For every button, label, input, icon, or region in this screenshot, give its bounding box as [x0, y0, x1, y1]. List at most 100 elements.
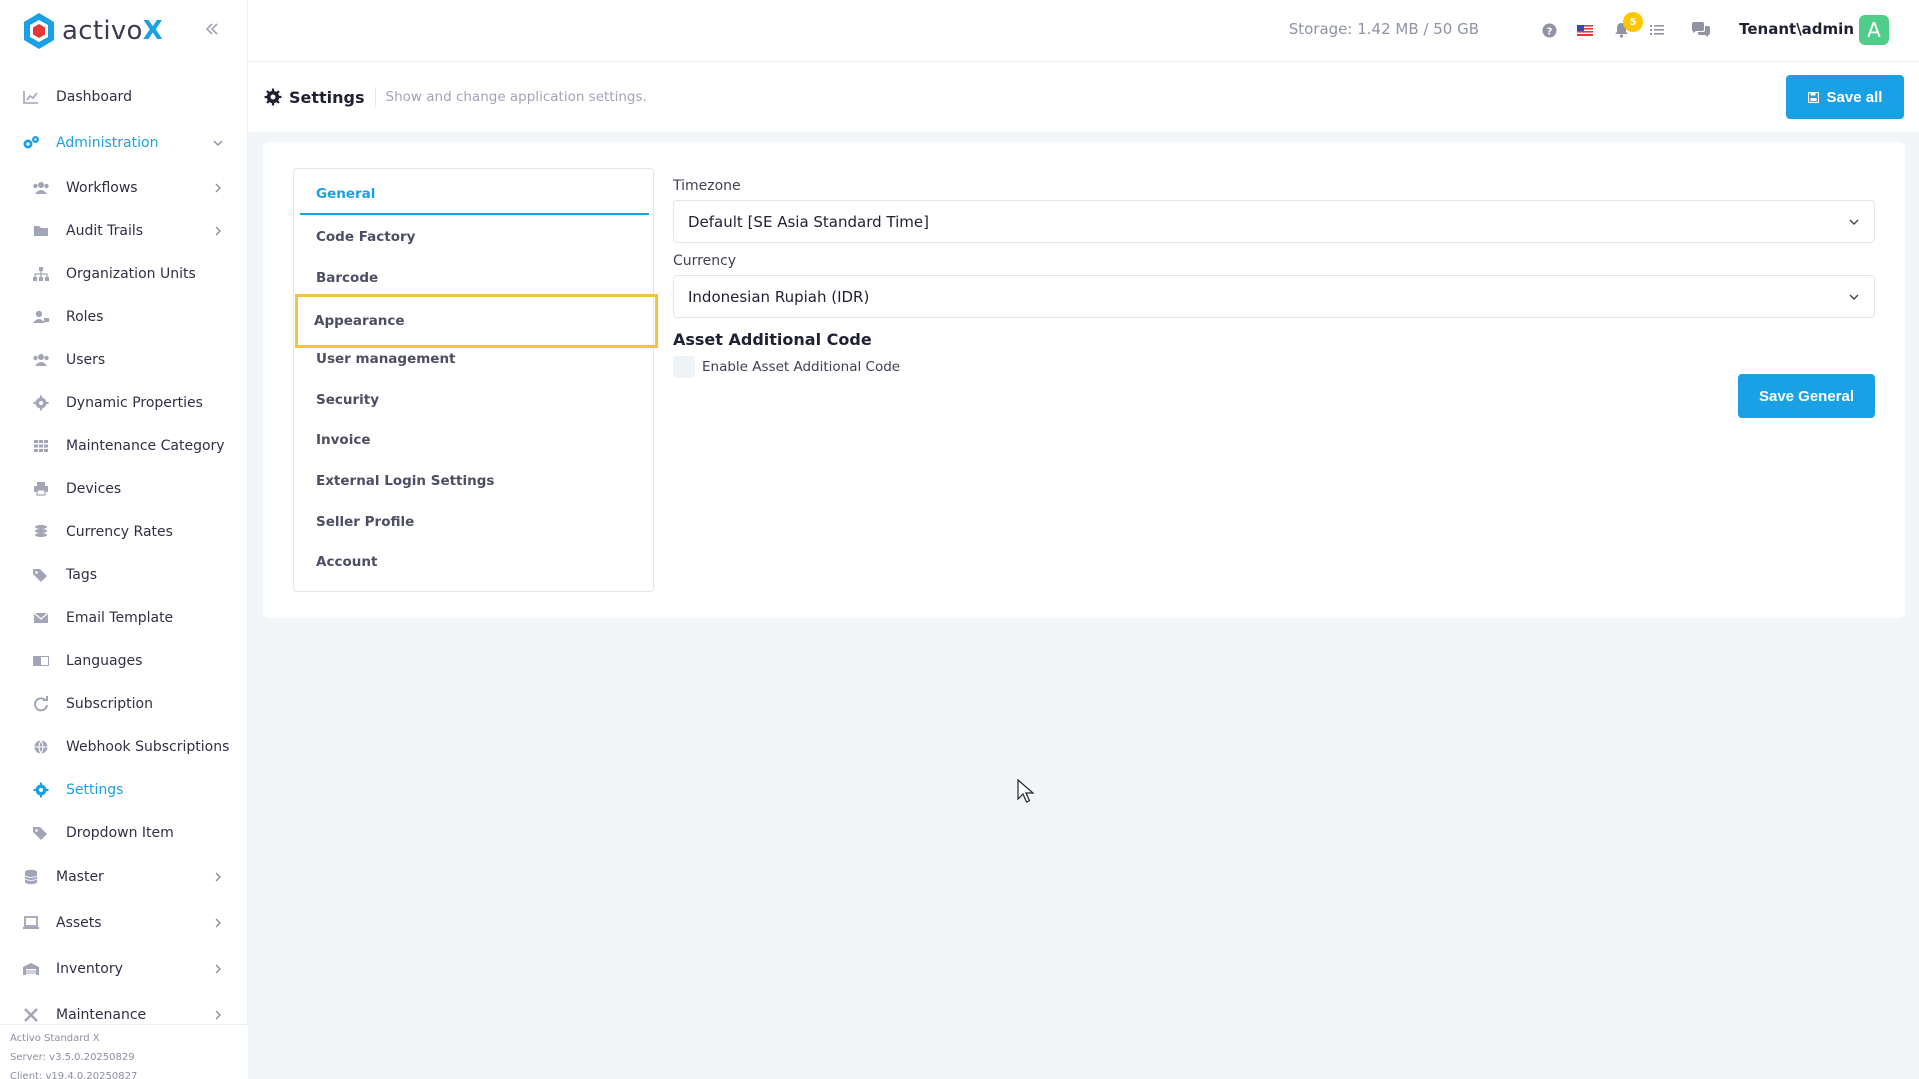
tools-icon — [22, 1006, 40, 1024]
sidebar-item-dropdown-item[interactable]: Dropdown Item — [0, 811, 247, 854]
chevron-right-icon — [215, 226, 221, 235]
timezone-label: Timezone — [673, 178, 741, 194]
tab-appearance[interactable]: Appearance — [295, 294, 658, 348]
sidebar-item-roles[interactable]: Roles — [0, 295, 247, 338]
chart-line-icon — [22, 88, 40, 106]
sidebar-item-devices[interactable]: Devices — [0, 467, 247, 510]
sidebar-item-dynamic-properties[interactable]: Dynamic Properties — [0, 381, 247, 424]
chevron-right-icon — [215, 872, 221, 882]
timezone-value: Default [SE Asia Standard Time] — [688, 212, 929, 231]
brand-name: activoX — [62, 16, 164, 46]
sidebar-item-workflows[interactable]: Workflows — [0, 166, 247, 209]
svg-text:?: ? — [1546, 26, 1552, 37]
collapse-sidebar-icon[interactable] — [203, 20, 221, 38]
save-all-label: Save all — [1826, 88, 1883, 106]
chevron-right-icon — [215, 1010, 221, 1020]
globe-icon — [32, 738, 50, 756]
user-tag-icon — [32, 308, 50, 326]
sidebar-item-assets[interactable]: Assets — [0, 900, 247, 946]
logo-icon — [24, 13, 54, 49]
help-icon[interactable]: ? — [1539, 20, 1559, 40]
brand[interactable]: activoX — [0, 0, 247, 62]
gears-icon — [22, 134, 40, 152]
sidebar-item-label: Workflows — [66, 179, 138, 196]
sidebar-item-dashboard[interactable]: Dashboard — [0, 74, 247, 120]
sidebar-item-inventory[interactable]: Inventory — [0, 946, 247, 992]
sidebar-item-email-template[interactable]: Email Template — [0, 596, 247, 639]
title-divider — [374, 87, 376, 107]
user-menu[interactable]: Tenant\admin — [1739, 20, 1854, 38]
gear-icon — [32, 394, 50, 412]
notification-badge: 5 — [1623, 12, 1643, 32]
sidebar-item-subscription[interactable]: Subscription — [0, 682, 247, 725]
sidebar-item-organization-units[interactable]: Organization Units — [0, 252, 247, 295]
chevron-right-icon — [215, 183, 221, 192]
sidebar-item-label: Audit Trails — [66, 222, 144, 239]
tab-user-management[interactable]: User management — [300, 339, 649, 379]
coins-icon — [32, 523, 50, 541]
sidebar-item-webhook-subscriptions[interactable]: Webhook Subscriptions — [0, 725, 247, 768]
sidebar-item-maintenance-category[interactable]: Maintenance Category — [0, 424, 247, 467]
currency-select[interactable]: Indonesian Rupiah (IDR) — [673, 275, 1875, 318]
users-icon — [32, 351, 50, 369]
version-info: Activo Standard X Server: v3.5.0.2025082… — [0, 1024, 248, 1079]
folder-icon — [32, 222, 50, 240]
sidebar-item-label: Dynamic Properties — [66, 394, 203, 411]
save-all-button[interactable]: Save all — [1786, 75, 1904, 119]
tab-security[interactable]: Security — [300, 380, 649, 420]
gear-icon — [32, 781, 50, 799]
bell-icon[interactable]: 5 — [1611, 12, 1643, 40]
printer-icon — [32, 480, 50, 498]
timezone-select[interactable]: Default [SE Asia Standard Time] — [673, 200, 1875, 243]
sidebar-item-label: Dropdown Item — [66, 824, 174, 841]
chevron-right-icon — [215, 918, 221, 928]
sidebar-item-settings[interactable]: Settings — [0, 768, 247, 811]
sidebar-item-languages[interactable]: Languages — [0, 639, 247, 682]
sitemap-icon — [32, 265, 50, 283]
general-settings-form: Timezone Default [SE Asia Standard Time]… — [673, 178, 1875, 378]
refresh-icon — [32, 695, 50, 713]
sidebar-item-administration[interactable]: Administration — [0, 120, 247, 166]
sidebar-item-label: Maintenance — [56, 1007, 147, 1023]
sidebar-item-label: Dashboard — [56, 89, 132, 105]
floppy-disk-icon — [1807, 91, 1819, 103]
laptop-icon — [22, 914, 40, 932]
tab-invoice[interactable]: Invoice — [300, 420, 649, 460]
page-title: Settings Show and change application set… — [264, 87, 647, 107]
sidebar-item-label: Users — [66, 351, 106, 368]
tags-icon — [32, 824, 50, 842]
tab-account[interactable]: Account — [300, 542, 649, 582]
currency-label: Currency — [673, 253, 737, 269]
sidebar-item-audit-trails[interactable]: Audit Trails — [0, 209, 247, 252]
tab-external-login-settings[interactable]: External Login Settings — [300, 461, 649, 501]
sidebar-item-label: Roles — [66, 308, 104, 325]
sidebar-nav: Dashboard Administration Workflows Audit… — [0, 62, 247, 1038]
page-description: Show and change application settings. — [385, 89, 647, 105]
tab-code-factory[interactable]: Code Factory — [300, 217, 649, 257]
settings-card: General Code Factory Barcode Appearance … — [263, 142, 1905, 618]
gear-icon — [264, 88, 282, 106]
sidebar-item-label: Inventory — [56, 961, 123, 977]
avatar[interactable]: A — [1859, 15, 1889, 45]
enable-asset-additional-code-label[interactable]: Enable Asset Additional Code — [702, 359, 900, 375]
save-general-button[interactable]: Save General — [1738, 374, 1875, 418]
sidebar-item-label: Subscription — [66, 695, 153, 712]
chat-icon[interactable] — [1691, 20, 1711, 40]
currency-value: Indonesian Rupiah (IDR) — [688, 287, 870, 306]
sidebar-item-users[interactable]: Users — [0, 338, 247, 381]
flag-us-icon[interactable] — [1575, 20, 1595, 40]
page-title-text: Settings — [289, 87, 365, 107]
sidebar-item-currency-rates[interactable]: Currency Rates — [0, 510, 247, 553]
task-list-icon[interactable] — [1647, 20, 1667, 40]
sidebar-item-label: Languages — [66, 652, 143, 669]
tab-seller-profile[interactable]: Seller Profile — [300, 502, 649, 542]
asset-additional-code-row: Enable Asset Additional Code — [673, 356, 1875, 378]
tab-general[interactable]: General — [300, 175, 649, 215]
sidebar-item-label: Currency Rates — [66, 523, 173, 540]
enable-asset-additional-code-checkbox[interactable] — [673, 356, 695, 378]
tab-barcode[interactable]: Barcode — [300, 258, 649, 298]
subheader: Settings Show and change application set… — [248, 62, 1919, 132]
sidebar-item-master[interactable]: Master — [0, 854, 247, 900]
sidebar-item-tags[interactable]: Tags — [0, 553, 247, 596]
database-icon — [22, 868, 40, 886]
